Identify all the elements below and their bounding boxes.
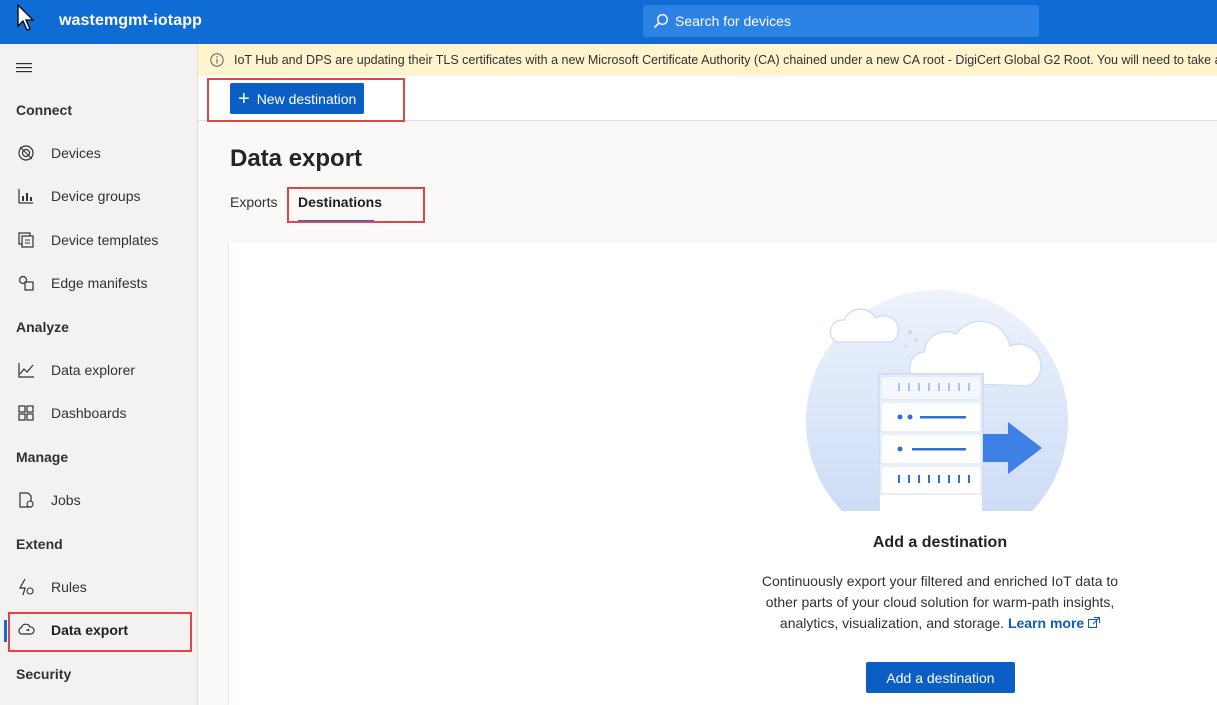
learn-more-link[interactable]: Learn more	[1007, 615, 1101, 631]
dashboards-icon	[16, 403, 36, 423]
new-destination-label: New destination	[256, 90, 357, 107]
top-bar: wastemgmt-iotapp Search for devices	[0, 0, 1217, 44]
sidebar-item-device-templates[interactable]: Device templates	[0, 222, 197, 258]
section-manage: Manage	[16, 449, 69, 465]
rules-icon	[16, 577, 36, 597]
data-explorer-icon	[16, 360, 36, 380]
empty-state-card	[229, 242, 1217, 705]
plus-icon: +	[238, 87, 250, 110]
jobs-icon	[16, 490, 36, 510]
new-destination-button[interactable]: + New destination	[230, 83, 364, 114]
sidebar-item-label: Device groups	[51, 188, 141, 204]
tab-exports[interactable]: Exports	[230, 194, 277, 210]
search-input[interactable]: Search for devices	[643, 5, 1039, 37]
sidebar-item-label: Jobs	[51, 492, 81, 508]
description-line-1: Continuously export your filtered and en…	[761, 573, 1119, 589]
section-analyze: Analyze	[16, 319, 69, 335]
sidebar-item-dashboards[interactable]: Dashboards	[0, 395, 197, 431]
sidebar-item-label: Device templates	[51, 232, 159, 248]
sidebar-item-data-export[interactable]: Data export	[0, 612, 197, 648]
search-icon	[653, 13, 669, 29]
section-extend: Extend	[16, 536, 63, 552]
description-line-3-container: analytics, visualization, and storage. L…	[740, 613, 1140, 634]
sidebar-item-label: Data export	[51, 622, 129, 638]
active-indicator	[4, 620, 7, 642]
banner-text: IoT Hub and DPS are updating their TLS c…	[234, 53, 1217, 67]
sidebar-item-label: Devices	[51, 145, 101, 161]
device-templates-icon	[16, 230, 36, 250]
mouse-pointer-icon	[17, 4, 35, 31]
device-groups-icon	[16, 186, 36, 206]
tab-selected-underline	[298, 220, 374, 222]
empty-state-title: Add a destination	[872, 534, 1008, 551]
sidebar-item-label: Data explorer	[51, 362, 136, 378]
hamburger-menu-icon[interactable]	[16, 62, 32, 74]
add-destination-button[interactable]: Add a destination	[866, 662, 1015, 693]
sidebar-item-jobs[interactable]: Jobs	[0, 482, 197, 518]
sidebar-item-devices[interactable]: Devices	[0, 135, 197, 171]
description-line-2: other parts of your cloud solution for w…	[765, 594, 1115, 610]
info-icon	[210, 53, 224, 67]
section-connect: Connect	[16, 102, 72, 118]
sidebar-item-rules[interactable]: Rules	[0, 569, 197, 605]
empty-state-description: Continuously export your filtered and en…	[740, 571, 1140, 634]
external-link-icon	[1088, 617, 1101, 628]
sidebar-item-edge-manifests[interactable]: Edge manifests	[0, 265, 197, 301]
search-placeholder: Search for devices	[675, 13, 791, 29]
sidebar-item-label: Dashboards	[51, 405, 127, 421]
section-security: Security	[16, 666, 72, 682]
edge-manifests-icon	[16, 273, 36, 293]
data-export-icon	[16, 620, 36, 640]
page-title: Data export	[230, 145, 363, 172]
sidebar-item-device-groups[interactable]: Device groups	[0, 178, 197, 214]
sidebar-item-label: Rules	[51, 579, 87, 595]
tab-destinations[interactable]: Destinations	[298, 194, 382, 210]
sidebar-item-data-explorer[interactable]: Data explorer	[0, 352, 197, 388]
app-title[interactable]: wastemgmt-iotapp	[59, 12, 202, 30]
description-line-3: analytics, visualization, and storage.	[779, 615, 1005, 631]
sidebar: Connect Devices Device groups Device tem…	[0, 44, 198, 705]
sidebar-item-label: Edge manifests	[51, 275, 148, 291]
destination-illustration	[806, 290, 1068, 512]
command-bar: + New destination	[198, 76, 1217, 121]
devices-icon	[16, 143, 36, 163]
certificate-warning-banner: IoT Hub and DPS are updating their TLS c…	[198, 44, 1217, 76]
learn-more-label: Learn more	[1007, 615, 1085, 631]
